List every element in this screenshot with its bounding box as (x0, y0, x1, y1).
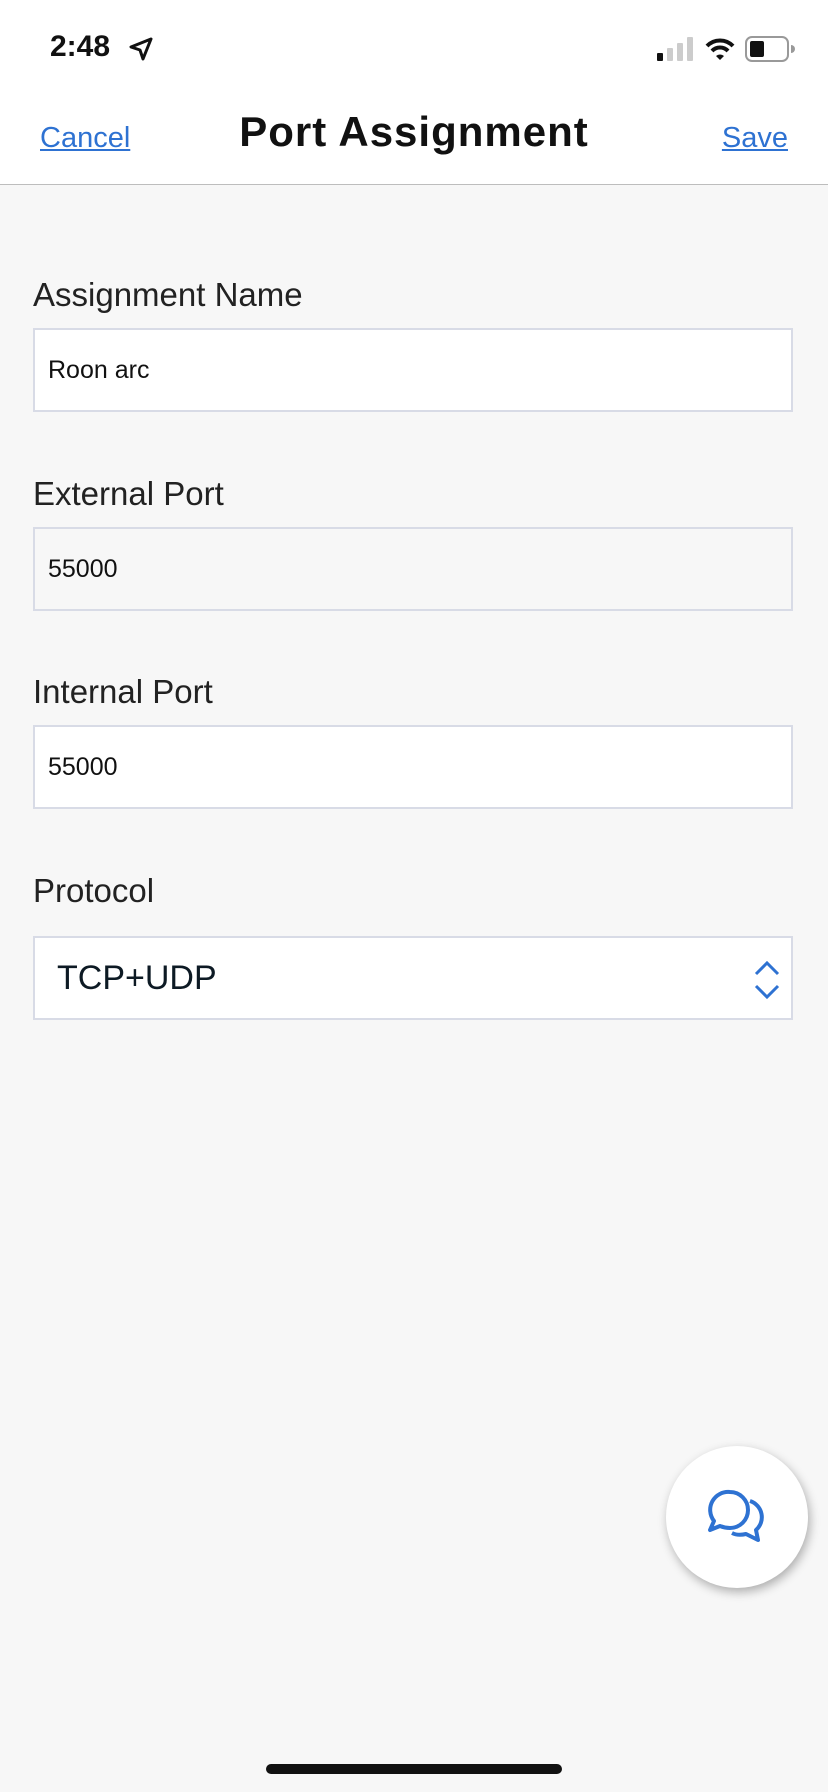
chat-bubbles-icon (708, 1489, 764, 1542)
chat-button[interactable] (666, 1446, 808, 1588)
protocol-value: TCP+UDP (57, 958, 217, 997)
assignment-name-input[interactable]: Roon arc (33, 328, 793, 412)
assignment-name-value: Roon arc (48, 355, 150, 384)
protocol-label: Protocol (33, 872, 155, 909)
protocol-select[interactable]: TCP+UDP (33, 936, 793, 1020)
save-button[interactable]: Save (722, 122, 788, 155)
external-port-label: External Port (33, 475, 224, 512)
internal-port-input[interactable]: 55000 (33, 725, 793, 809)
internal-port-value: 55000 (48, 752, 118, 781)
chevron-up-down-icon (754, 960, 780, 1000)
internal-port-label: Internal Port (33, 673, 213, 710)
location-arrow-icon (129, 37, 153, 61)
home-indicator[interactable] (266, 1764, 562, 1774)
battery-icon (745, 36, 795, 62)
external-port-input[interactable]: 55000 (33, 527, 793, 611)
header: 2:48 Cancel Port Assignment Save (0, 0, 828, 185)
page-title: Port Assignment (239, 108, 589, 155)
status-icons (657, 36, 795, 62)
assignment-name-label: Assignment Name (33, 276, 303, 313)
signal-icon (657, 37, 693, 61)
wifi-icon (705, 38, 735, 60)
status-time: 2:48 (50, 30, 111, 63)
external-port-value: 55000 (48, 554, 118, 583)
